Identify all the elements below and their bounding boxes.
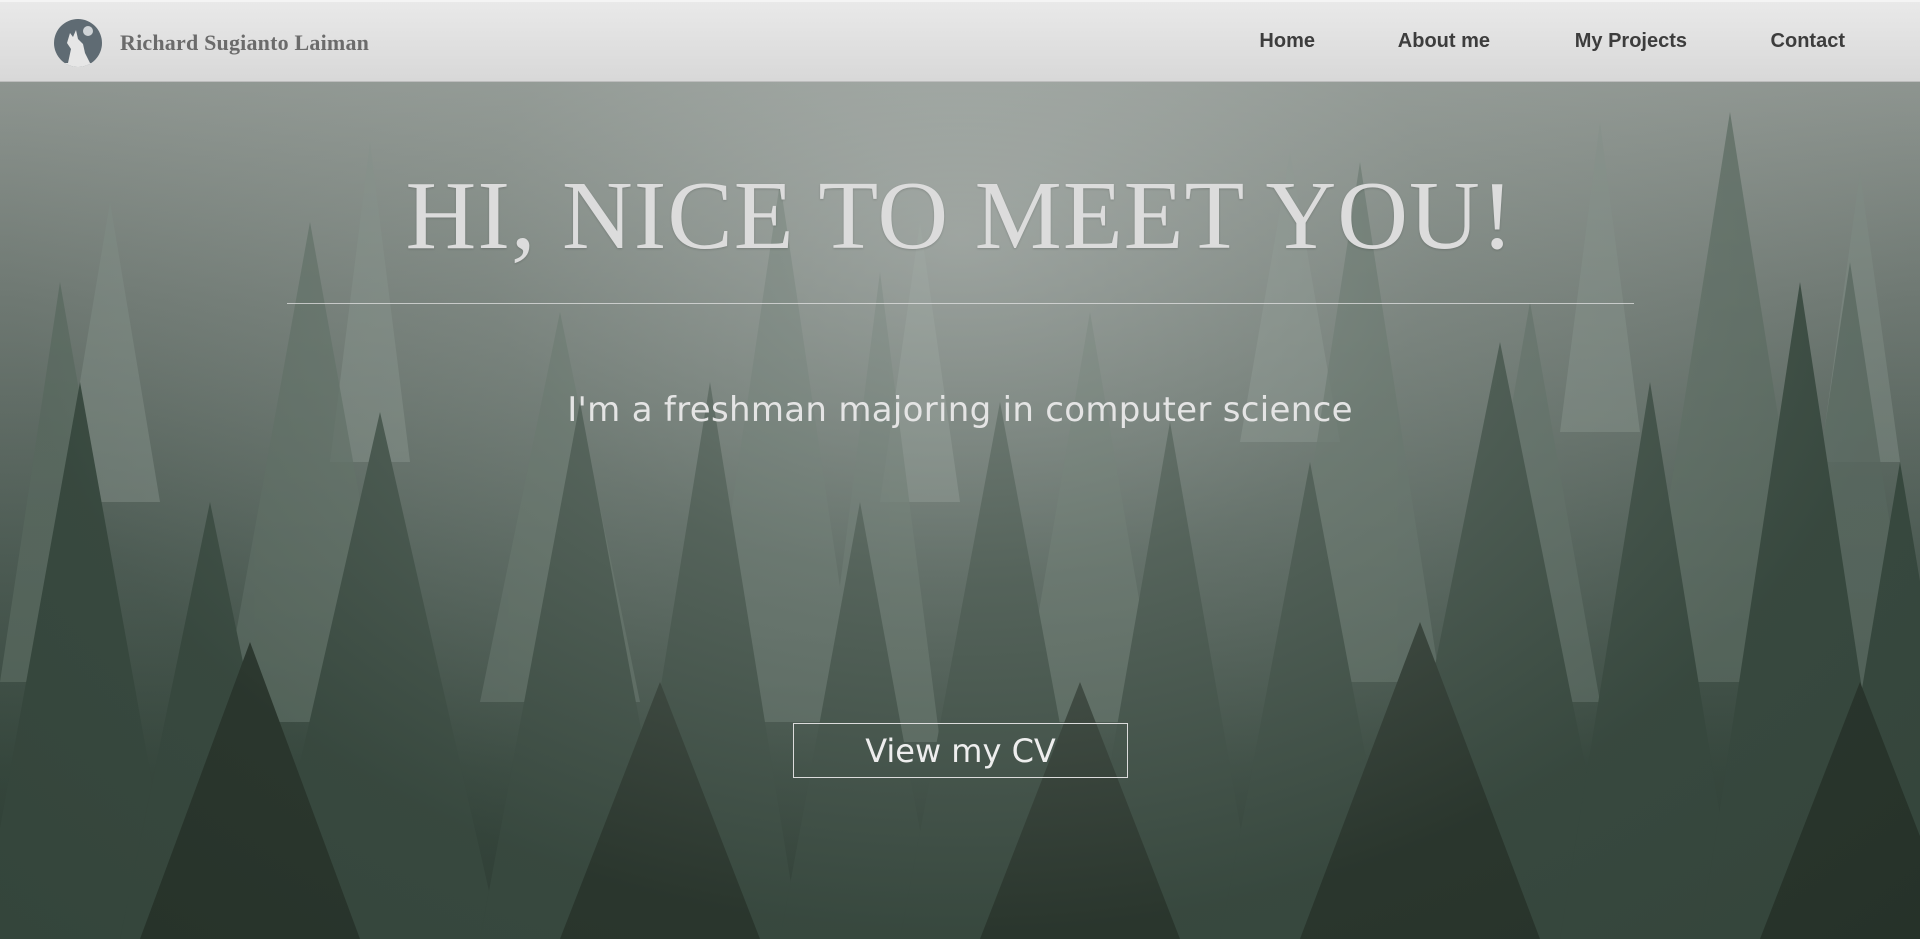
nav-contact[interactable]: Contact — [1771, 30, 1845, 53]
hero-section: HI, NICE TO MEET YOU! I'm a freshman maj… — [0, 82, 1920, 939]
brand-name[interactable]: Richard Sugianto Laiman — [120, 30, 369, 56]
brand[interactable]: Richard Sugianto Laiman — [54, 19, 369, 67]
nav-home[interactable]: Home — [1259, 30, 1315, 53]
hero-title: HI, NICE TO MEET YOU! — [405, 162, 1515, 270]
view-cv-button[interactable]: View my CV — [793, 723, 1128, 778]
page: Richard Sugianto Laiman Home About me My… — [0, 0, 1920, 939]
navbar: Richard Sugianto Laiman Home About me My… — [0, 0, 1920, 82]
hero-subtitle: I'm a freshman majoring in computer scie… — [567, 390, 1353, 430]
hero-divider — [287, 303, 1634, 304]
nav-about-me[interactable]: About me — [1398, 30, 1490, 53]
wolf-howling-icon[interactable] — [54, 19, 102, 67]
nav-my-projects[interactable]: My Projects — [1575, 30, 1687, 53]
